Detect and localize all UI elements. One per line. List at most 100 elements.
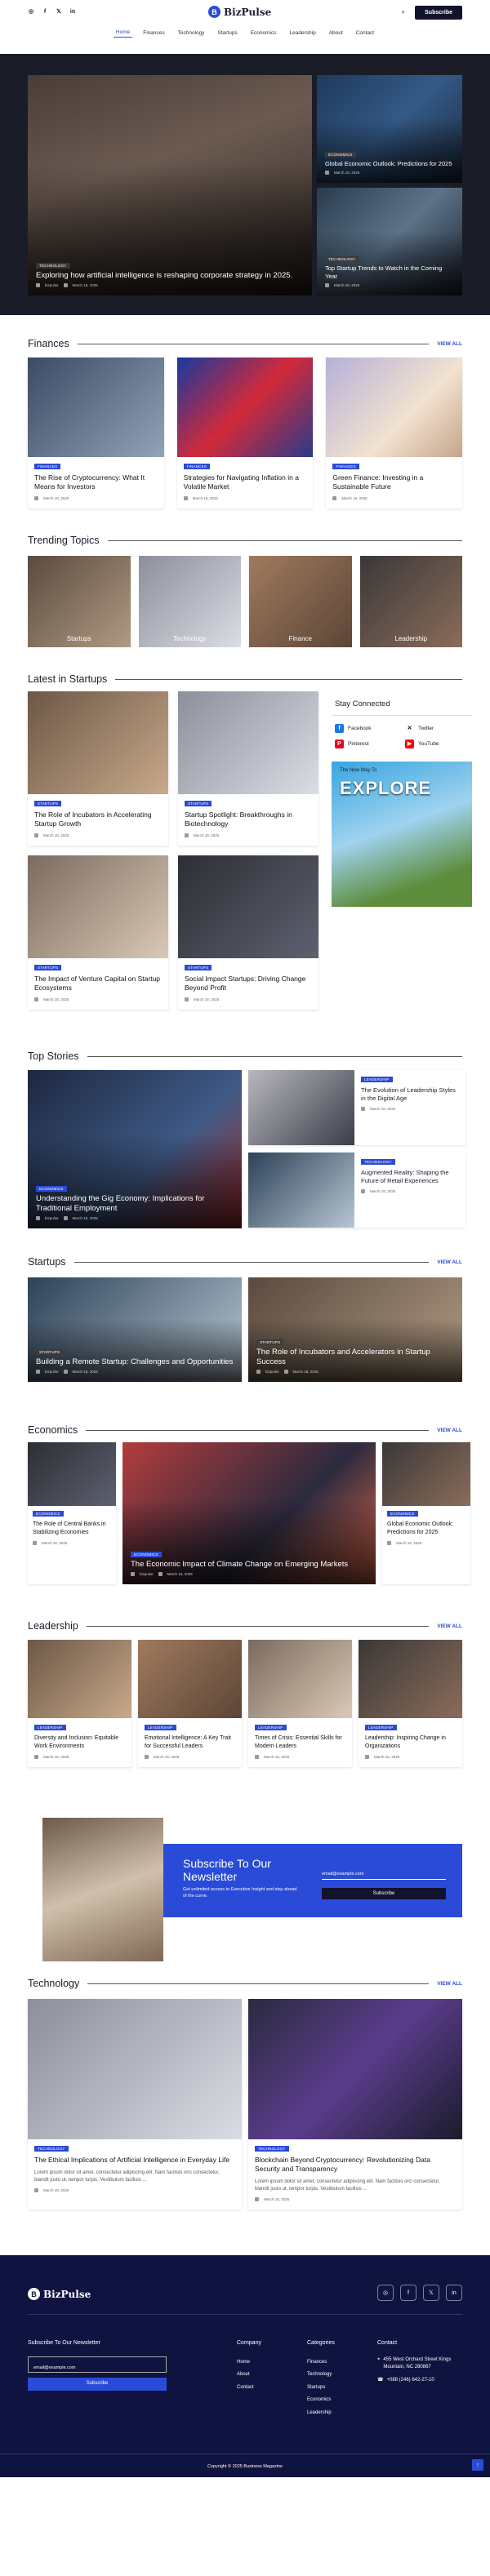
article-image[interactable]	[28, 855, 168, 958]
linkedin-icon[interactable]: in	[69, 9, 76, 16]
article-title[interactable]: Diversity and Inclusion: Equitable Work …	[34, 1734, 125, 1750]
nav-about[interactable]: About	[327, 29, 345, 38]
article-title[interactable]: Exploring how artificial intelligence is…	[36, 271, 304, 281]
footer-link-contact[interactable]: Contact	[237, 2382, 261, 2395]
article-image[interactable]	[176, 358, 314, 457]
view-all-link[interactable]: VIEW ALL	[437, 1259, 462, 1265]
article-card[interactable]: LEADERSHIP Emotional Intelligence: A Key …	[138, 1640, 242, 1767]
article-title[interactable]: Times of Crisis: Essential Skills for Mo…	[255, 1734, 345, 1750]
article-title[interactable]: Emotional Intelligence: A Key Trait for …	[145, 1734, 235, 1750]
topic-technology[interactable]: Technology	[138, 556, 241, 647]
article-image[interactable]	[326, 358, 462, 457]
view-all-link[interactable]: VIEW ALL	[437, 341, 462, 347]
footer-link-technology[interactable]: Technology	[307, 2369, 335, 2382]
category-tag[interactable]: STARTUPS	[185, 801, 212, 806]
article-card[interactable]: STARTUPS Startup Spotlight: Breakthroughs…	[178, 691, 318, 846]
nav-leadership[interactable]: Leadership	[287, 29, 318, 38]
category-tag[interactable]: STARTUPS	[256, 1339, 284, 1345]
nav-contact[interactable]: Contact	[354, 29, 376, 38]
footer-link-home[interactable]: Home	[237, 2356, 261, 2369]
article-image[interactable]	[28, 691, 168, 794]
category-tag[interactable]: ECONOMICS	[36, 1186, 67, 1192]
article-image[interactable]	[248, 1640, 352, 1718]
category-tag[interactable]: STARTUPS	[34, 801, 62, 806]
article-card[interactable]: ECONOMICS Global Economic Outlook: Predic…	[382, 1442, 470, 1584]
footer-link-leadership[interactable]: Leadership	[307, 2407, 335, 2420]
view-all-link[interactable]: VIEW ALL	[437, 1428, 462, 1433]
article-title[interactable]: Augmented Reality: Shaping the Future of…	[361, 1169, 459, 1185]
article-card[interactable]: LEADERSHIP Times of Crisis: Essential Ski…	[248, 1640, 352, 1767]
category-tag[interactable]: LEADERSHIP	[361, 1077, 393, 1082]
article-image[interactable]	[248, 1153, 354, 1228]
economics-featured[interactable]: ECONOMICS The Economic Impact of Climate …	[122, 1442, 376, 1584]
footer-link-finances[interactable]: Finances	[307, 2356, 335, 2369]
hero-main-article[interactable]: TECHNOLOGY Exploring how artificial inte…	[28, 75, 312, 295]
article-title[interactable]: Strategies for Navigating Inflation in a…	[184, 473, 307, 491]
article-title[interactable]: The Evolution of Leadership Styles in th…	[361, 1086, 459, 1103]
topic-startups[interactable]: Startups	[28, 556, 131, 647]
linkedin-icon[interactable]: in	[446, 2285, 462, 2301]
category-tag[interactable]: STARTUPS	[185, 965, 212, 970]
article-title[interactable]: Startup Spotlight: Breakthroughs in Biot…	[185, 811, 312, 828]
article-card[interactable]: ECONOMICS The Role of Central Banks in St…	[28, 1442, 116, 1584]
article-image[interactable]	[382, 1442, 470, 1506]
article-card[interactable]: TECHNOLOGY The Ethical Implications of Ar…	[28, 1999, 242, 2210]
category-tag[interactable]: ECONOMICS	[325, 152, 356, 158]
footer-link-economics[interactable]: Economics	[307, 2394, 335, 2407]
article-card[interactable]: TECHNOLOGY Augmented Reality: Shaping the…	[248, 1153, 466, 1228]
article-title[interactable]: Blockchain Beyond Cryptocurrency: Revolu…	[255, 2156, 456, 2174]
hero-side-article-2[interactable]: TECHNOLOGY Top Startup Trends to Watch i…	[317, 188, 462, 295]
category-tag[interactable]: TECHNOLOGY	[36, 263, 70, 269]
article-card[interactable]: STARTUPS The Impact of Venture Capital on…	[28, 855, 168, 1010]
category-tag[interactable]: ECONOMICS	[131, 1552, 162, 1557]
article-image[interactable]	[28, 358, 164, 457]
facebook-icon[interactable]: f	[400, 2285, 416, 2301]
category-tag[interactable]: LEADERSHIP	[365, 1725, 397, 1730]
x-icon[interactable]: 𝕏	[423, 2285, 439, 2301]
footer-link-about[interactable]: About	[237, 2369, 261, 2382]
article-card[interactable]: STARTUPS Social Impact Startups: Driving …	[178, 855, 318, 1010]
article-image[interactable]	[28, 1442, 116, 1506]
top-story-main[interactable]: ECONOMICS Understanding the Gig Economy:…	[28, 1070, 242, 1228]
article-card[interactable]: TECHNOLOGY Blockchain Beyond Cryptocurren…	[248, 1999, 462, 2210]
article-title[interactable]: The Rise of Cryptocurrency: What It Mean…	[34, 473, 158, 491]
category-tag[interactable]: TECHNOLOGY	[361, 1159, 395, 1165]
footer-logo[interactable]: B BizPulse	[28, 2288, 91, 2300]
nav-finances[interactable]: Finances	[140, 29, 167, 38]
article-card[interactable]: FINANCES Green Finance: Investing in a Su…	[326, 358, 462, 509]
article-title[interactable]: Global Economic Outlook: Predictions for…	[325, 160, 454, 168]
article-title[interactable]: The Role of Incubators in Accelerating S…	[34, 811, 162, 828]
category-tag[interactable]: LEADERSHIP	[34, 1725, 66, 1730]
category-tag[interactable]: FINANCES	[183, 464, 211, 469]
article-title[interactable]: Understanding the Gig Economy: Implicati…	[36, 1194, 234, 1214]
category-tag[interactable]: ECONOMICS	[387, 1511, 418, 1517]
article-image[interactable]	[138, 1640, 242, 1718]
site-logo[interactable]: B BizPulse	[208, 6, 271, 18]
topic-leadership[interactable]: Leadership	[359, 556, 462, 647]
facebook-link[interactable]: f Facebook	[335, 724, 399, 733]
article-card[interactable]: LEADERSHIP Diversity and Inclusion: Equit…	[28, 1640, 131, 1767]
nav-technology[interactable]: Technology	[176, 29, 207, 38]
category-tag[interactable]: FINANCES	[34, 464, 61, 469]
topic-finance[interactable]: Finance	[249, 556, 352, 647]
scroll-to-top-button[interactable]: ↑	[472, 2459, 483, 2471]
instagram-icon[interactable]: ◎	[28, 9, 34, 16]
instagram-icon[interactable]: ◎	[377, 2285, 394, 2301]
article-image[interactable]	[178, 855, 318, 958]
article-title[interactable]: Green Finance: Investing in a Sustainabl…	[332, 473, 456, 491]
category-tag[interactable]: TECHNOLOGY	[255, 2146, 289, 2152]
article-image[interactable]	[178, 691, 318, 794]
pinterest-link[interactable]: P Pinterest	[335, 739, 399, 748]
article-title[interactable]: Global Economic Outlook: Predictions for…	[387, 1521, 466, 1536]
article-title[interactable]: Building a Remote Startup: Challenges an…	[36, 1357, 234, 1367]
category-tag[interactable]: TECHNOLOGY	[34, 2146, 69, 2152]
startup-article[interactable]: STARTUPS The Role of Incubators and Accel…	[248, 1277, 462, 1382]
article-title[interactable]: Social Impact Startups: Driving Change B…	[185, 975, 312, 993]
nav-startups[interactable]: Startups	[216, 29, 240, 38]
article-card[interactable]: FINANCES Strategies for Navigating Inflat…	[176, 358, 314, 509]
newsletter-subscribe-button[interactable]: Subscribe	[322, 1888, 446, 1899]
nav-economics[interactable]: Economics	[248, 29, 279, 38]
view-all-link[interactable]: VIEW ALL	[437, 1981, 462, 1987]
footer-subscribe-button[interactable]: Subscribe	[28, 2377, 167, 2391]
article-image[interactable]	[359, 1640, 462, 1718]
